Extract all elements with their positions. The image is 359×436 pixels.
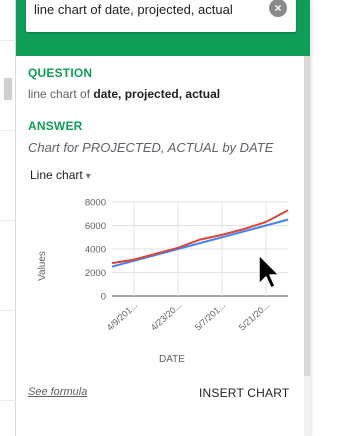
x-axis-ticks: 4/9/201... 4/23/20... 5/7/201... 5/21/20... — [105, 300, 272, 333]
insert-chart-button[interactable]: INSERT CHART — [199, 386, 289, 400]
x-tick-label: 4/23/20... — [149, 300, 184, 333]
question-prefix: line chart of — [28, 87, 94, 101]
row-line — [0, 130, 16, 131]
question-text: line chart of date, projected, actual — [28, 87, 220, 101]
mouse-cursor-icon — [258, 254, 280, 289]
row-line — [0, 40, 16, 41]
y-tick-label: 0 — [101, 292, 106, 303]
question-fields: date, projected, actual — [93, 87, 221, 101]
x-tick-label: 5/21/20... — [237, 300, 272, 333]
spreadsheet-background — [0, 0, 16, 436]
close-circle-icon[interactable]: × — [269, 0, 287, 17]
x-tick-label: 5/7/201... — [193, 300, 228, 333]
question-heading: QUESTION — [28, 66, 93, 80]
y-tick-label: 6000 — [85, 221, 106, 232]
y-axis-ticks: 8000 6000 4000 2000 0 — [85, 198, 106, 303]
y-tick-label: 8000 — [85, 198, 106, 209]
panel-scroll-thumb[interactable] — [304, 56, 310, 376]
chart-type-dropdown[interactable]: Line chart ▾ — [30, 168, 91, 182]
answer-heading: ANSWER — [28, 119, 83, 133]
row-line — [0, 400, 16, 401]
row-line — [0, 220, 16, 221]
explore-panel: line chart of date, projected, actual × … — [16, 0, 310, 436]
y-tick-label: 4000 — [85, 245, 106, 256]
x-tick-label: 4/9/201... — [105, 300, 140, 333]
y-axis-label: Values — [37, 251, 48, 281]
y-tick-label: 2000 — [85, 268, 106, 279]
chart-type-label: Line chart — [30, 168, 83, 182]
answer-summary: Chart for PROJECTED, ACTUAL by DATE — [28, 140, 274, 155]
panel-header: line chart of date, projected, actual × — [16, 0, 310, 56]
row-line — [0, 310, 16, 311]
search-box[interactable]: line chart of date, projected, actual × — [26, 0, 296, 32]
search-input[interactable]: line chart of date, projected, actual — [34, 2, 233, 17]
x-axis-label: DATE — [159, 354, 185, 365]
sheet-right-area — [336, 0, 359, 436]
selected-cell — [4, 78, 12, 100]
caret-down-icon: ▾ — [85, 171, 91, 182]
see-formula-link[interactable]: See formula — [28, 386, 87, 398]
